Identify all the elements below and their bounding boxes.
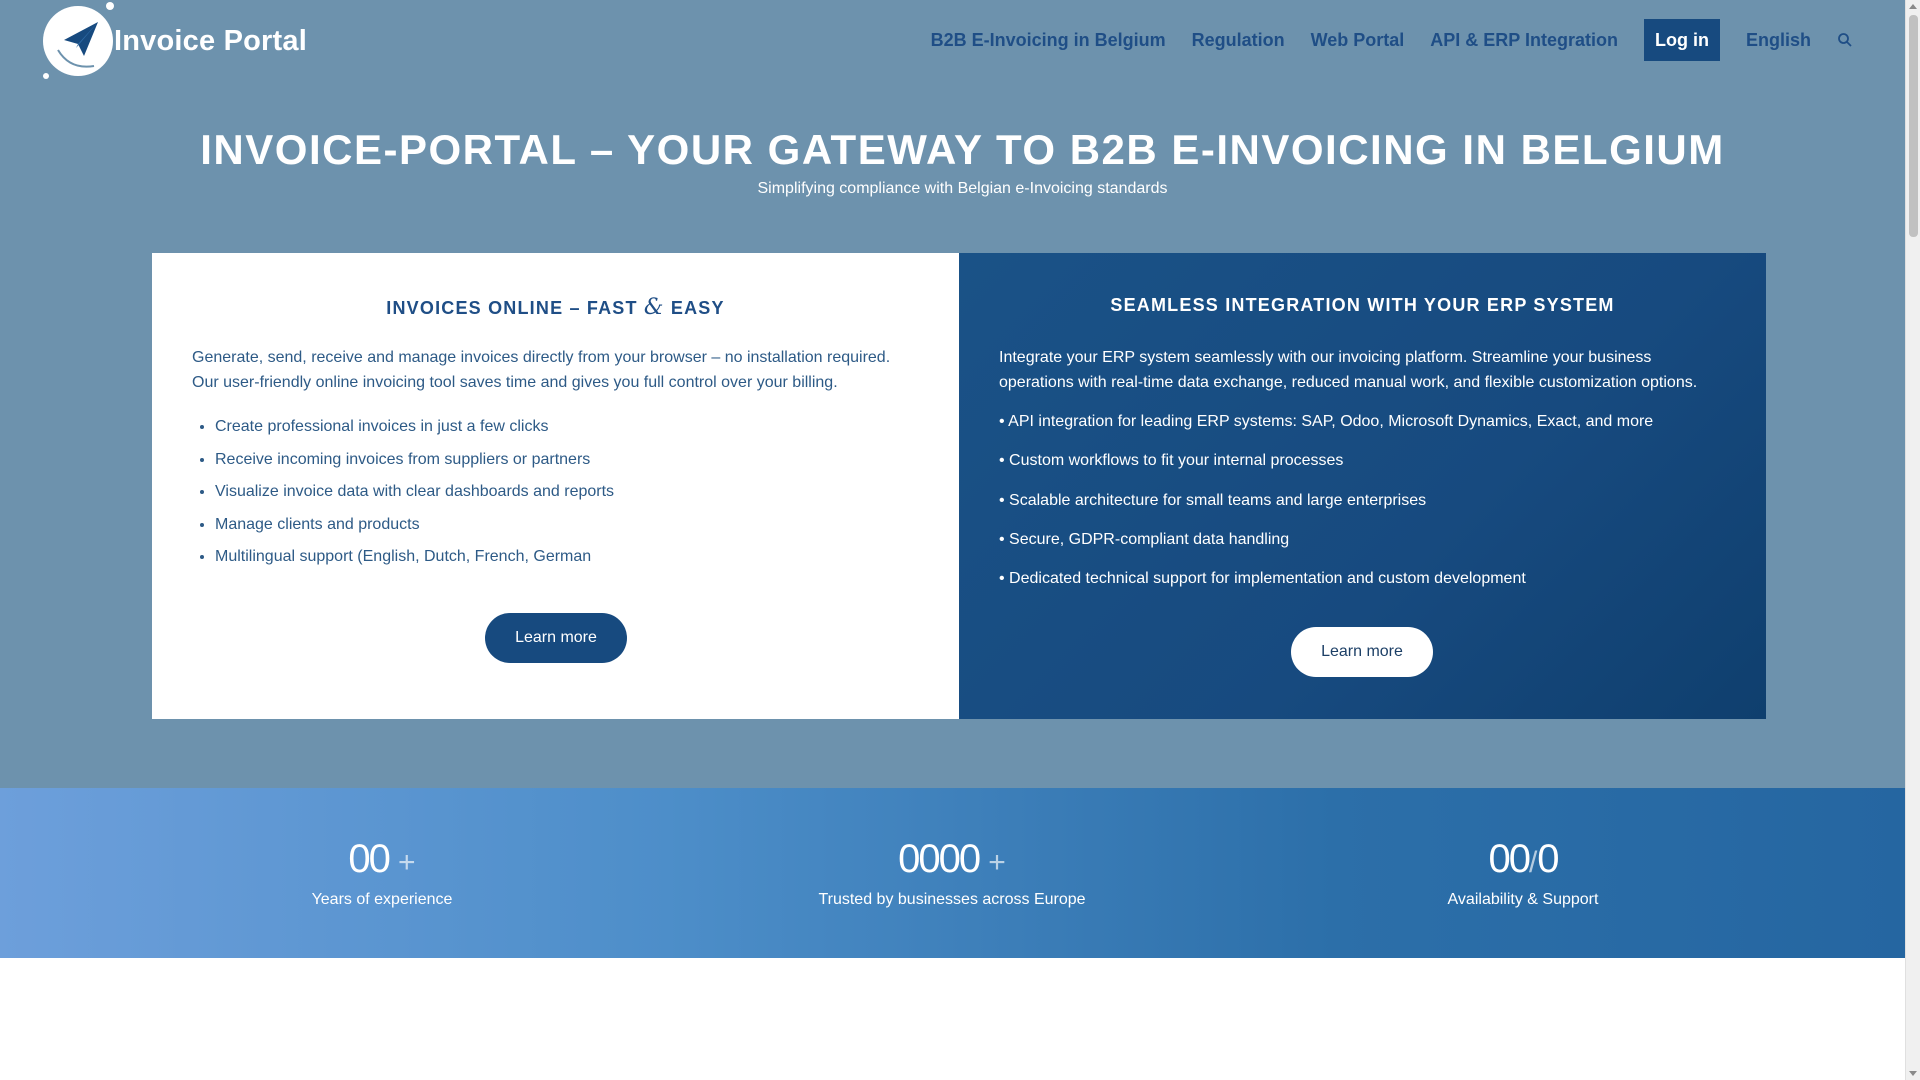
stat-value: 00 bbox=[1488, 837, 1530, 881]
list-item: • Secure, GDPR-compliant data handling bbox=[999, 530, 1290, 548]
paper-plane-logo-icon bbox=[40, 0, 118, 82]
card-title-amp: & bbox=[643, 295, 665, 320]
nav-regulation[interactable]: Regulation bbox=[1192, 30, 1285, 51]
card-title-part1: INVOICES ONLINE – FAST bbox=[386, 298, 644, 318]
list-item: • API integration for leading ERP system… bbox=[999, 413, 1654, 430]
page-subtitle: Simplifying compliance with Belgian e-In… bbox=[757, 180, 1168, 197]
nav-web-portal[interactable]: Web Portal bbox=[1311, 30, 1405, 51]
list-item: • Scalable architecture for small teams … bbox=[999, 491, 1427, 509]
logo[interactable]: Invoice Portal bbox=[40, 0, 330, 82]
feature-list: Create professional invoices in just a f… bbox=[215, 411, 614, 574]
login-button[interactable]: Log in bbox=[1644, 19, 1720, 61]
card-title: INVOICES ONLINE – FAST & EASY bbox=[152, 295, 959, 320]
scroll-down-arrow-icon[interactable] bbox=[1909, 1071, 1917, 1076]
scroll-thumb[interactable] bbox=[1909, 15, 1918, 237]
learn-more-button[interactable]: Learn more bbox=[485, 613, 627, 663]
stat-suffix: + bbox=[988, 846, 1006, 879]
stat-suffix: + bbox=[398, 846, 416, 879]
stat-number: 00 + bbox=[172, 836, 592, 886]
card-description: Generate, send, receive and manage invoi… bbox=[192, 349, 891, 391]
list-item: • Dedicated technical support for implem… bbox=[999, 570, 1526, 588]
list-item: Manage clients and products bbox=[215, 509, 614, 542]
list-item: Receive incoming invoices from suppliers… bbox=[215, 444, 614, 477]
card-title-part2: EASY bbox=[664, 298, 725, 318]
list-item: • Custom workflows to fit your internal … bbox=[999, 452, 1344, 470]
stat-label: Years of experience bbox=[311, 891, 453, 908]
stat-value-2: 0 bbox=[1537, 837, 1559, 881]
stat-value: 0000 bbox=[898, 837, 981, 881]
stat-value: 00 bbox=[348, 837, 390, 881]
page-title: INVOICE-PORTAL – YOUR GATEWAY TO B2B E-I… bbox=[200, 126, 1725, 173]
stat-availability: 00/0 Availability & Support bbox=[1313, 836, 1733, 909]
card-description: Integrate your ERP system seamlessly wit… bbox=[999, 349, 1698, 391]
main-nav: B2B E-Invoicing in Belgium Regulation We… bbox=[931, 18, 1853, 62]
stats-section: 00 + Years of experience 0000 + Trusted … bbox=[0, 788, 1905, 958]
stat-number: 0000 + bbox=[742, 836, 1162, 886]
stat-label: Trusted by businesses across Europe bbox=[818, 891, 1086, 908]
feature-list: • API integration for leading ERP system… bbox=[999, 402, 1653, 598]
stat-experience: 00 + Years of experience bbox=[172, 836, 592, 909]
list-item: Multilingual support (English, Dutch, Fr… bbox=[215, 541, 614, 574]
nav-api-erp[interactable]: API & ERP Integration bbox=[1430, 30, 1618, 51]
online-invoicing-card: INVOICES ONLINE – FAST & EASY Generate, … bbox=[152, 253, 959, 719]
nav-b2b-einvoicing[interactable]: B2B E-Invoicing in Belgium bbox=[931, 30, 1166, 51]
stat-number: 00/0 bbox=[1313, 836, 1733, 886]
learn-more-button[interactable]: Learn more bbox=[1291, 627, 1433, 677]
stat-label: Availability & Support bbox=[1447, 891, 1599, 908]
stat-separator: / bbox=[1528, 846, 1538, 879]
page-scrollbar[interactable] bbox=[1905, 0, 1920, 1080]
hero-section: Invoice Portal B2B E-Invoicing in Belgiu… bbox=[0, 0, 1905, 788]
card-title: SEAMLESS INTEGRATION WITH YOUR ERP SYSTE… bbox=[1110, 295, 1615, 315]
search-icon[interactable] bbox=[1837, 32, 1853, 48]
scroll-up-arrow-icon[interactable] bbox=[1909, 4, 1917, 9]
language-selector[interactable]: English bbox=[1746, 30, 1811, 51]
erp-integration-card: SEAMLESS INTEGRATION WITH YOUR ERP SYSTE… bbox=[959, 253, 1766, 719]
stat-businesses: 0000 + Trusted by businesses across Euro… bbox=[742, 836, 1162, 909]
list-item: Visualize invoice data with clear dashbo… bbox=[215, 476, 614, 509]
logo-text: Invoice Portal bbox=[114, 24, 307, 57]
list-item: Create professional invoices in just a f… bbox=[215, 411, 614, 444]
